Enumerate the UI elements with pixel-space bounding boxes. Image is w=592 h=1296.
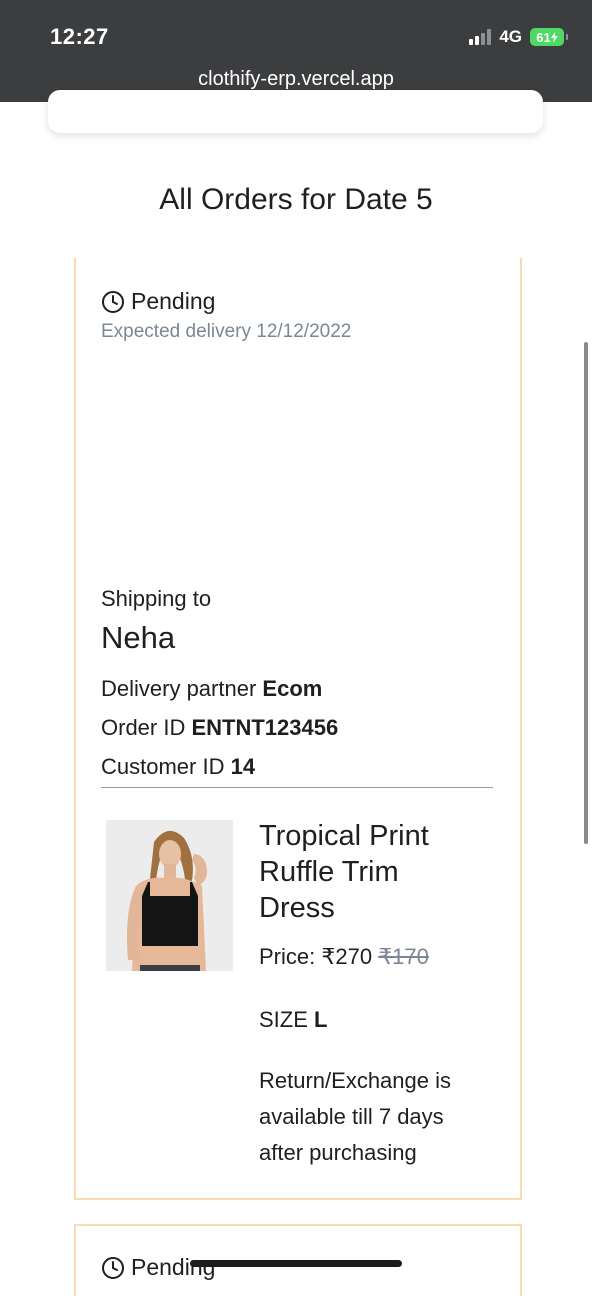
- delivery-partner: Delivery partner Ecom: [101, 676, 322, 702]
- order-status: Pending: [101, 1254, 215, 1281]
- size-label: SIZE: [259, 1007, 308, 1032]
- customer-id-value: 14: [230, 754, 256, 779]
- customer-id: Customer ID 14: [101, 754, 255, 780]
- order-status: Pending: [101, 288, 215, 315]
- order-id: Order ID ENTNT123456: [101, 715, 338, 741]
- customer-id-label: Customer ID: [101, 754, 225, 779]
- divider: [101, 787, 493, 788]
- expected-delivery: Expected delivery 12/12/2022: [101, 321, 352, 342]
- battery-charging-icon: 61: [530, 28, 568, 46]
- previous-card: [48, 90, 543, 133]
- product-size: SIZE L: [259, 1007, 327, 1033]
- price-current: Price: ₹270: [259, 944, 373, 969]
- product-price: Price: ₹270 ₹170: [259, 944, 429, 970]
- address-bar-url[interactable]: clothify-erp.vercel.app: [0, 68, 592, 91]
- battery-level: 61: [536, 29, 551, 45]
- size-value: L: [314, 1007, 328, 1032]
- price-original: ₹170: [378, 944, 429, 969]
- product-name: Tropical Print Ruffle Trim Dress: [259, 820, 429, 924]
- order-card: Pending Expected delivery 12/12/2022 Shi…: [74, 258, 522, 1200]
- bolt-icon: [550, 31, 558, 43]
- order-id-label: Order ID: [101, 715, 186, 740]
- home-indicator[interactable]: [190, 1260, 402, 1267]
- delivery-partner-value: Ecom: [262, 676, 323, 701]
- network-type: 4G: [499, 27, 522, 46]
- status-time: 12:27: [50, 24, 109, 49]
- signal-bars-icon: [469, 29, 492, 45]
- customer-name: Neha: [101, 620, 176, 655]
- order-id-value: ENTNT123456: [191, 715, 339, 740]
- product-image: [106, 820, 233, 971]
- scrollbar[interactable]: [584, 342, 588, 844]
- clock-icon: [102, 1256, 124, 1279]
- status-label: Pending: [131, 1254, 216, 1280]
- page-title: All Orders for Date 5: [159, 183, 433, 216]
- delivery-partner-label: Delivery partner: [101, 676, 257, 701]
- return-policy: Return/Exchange is available till 7 days…: [259, 1068, 451, 1165]
- clock-icon: [102, 290, 124, 313]
- status-label: Pending: [131, 288, 216, 314]
- browser-top-bar: 12:27 4G 61 clothify-erp.vercel.app: [0, 0, 592, 102]
- shipping-label: Shipping to: [101, 586, 212, 611]
- status-indicators: 4G 61: [469, 27, 568, 47]
